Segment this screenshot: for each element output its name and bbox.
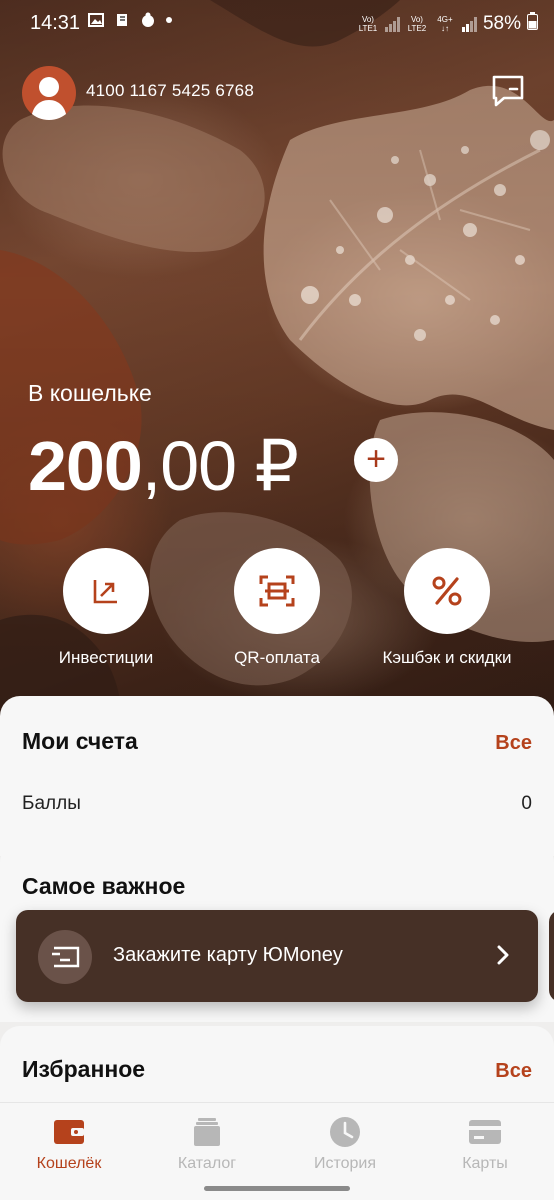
support-chat-button[interactable] <box>490 74 526 108</box>
wallet-label: В кошельке <box>28 380 152 406</box>
gallery-icon <box>88 12 104 28</box>
status-time: 14:31 <box>30 12 81 34</box>
points-value: 0 <box>521 793 532 814</box>
battery-icon <box>527 12 538 36</box>
tab-cards-label: Карты <box>462 1155 508 1172</box>
network-type: 4G+ ↓↑ <box>434 15 456 33</box>
sim2-network: Vo) LTE2 <box>406 15 428 33</box>
qr-pay-action[interactable]: QR-оплата <box>202 548 352 668</box>
tab-wallet-label: Кошелёк <box>36 1155 102 1172</box>
card-icon-circle <box>38 930 92 984</box>
next-promo-card[interactable] <box>549 910 554 1002</box>
cashback-action[interactable]: Кэшбэк и скидки <box>372 548 522 668</box>
my-accounts-title: Мои счета <box>22 728 138 754</box>
invest-action-label: Инвестиции <box>58 648 154 667</box>
tab-history[interactable]: История <box>276 1115 414 1173</box>
favorites-title: Избранное <box>22 1056 146 1082</box>
card-icon <box>469 1120 501 1144</box>
balance-integer: 200 <box>28 427 143 505</box>
balance-fraction: ,00 ₽ <box>141 427 299 505</box>
signal-icon <box>461 16 477 32</box>
home-indicator[interactable] <box>204 1186 350 1191</box>
battery-percent: 58% <box>482 13 521 34</box>
network-type-label: 4G+ <box>437 15 453 24</box>
important-title: Самое важное <box>22 873 186 899</box>
promo-text: Закажите карту ЮMoney <box>113 944 343 966</box>
dot-icon <box>166 17 172 23</box>
account-number[interactable]: 4100 1167 5425 6768 <box>86 81 254 101</box>
qr-scan-icon <box>259 575 295 607</box>
my-accounts-all-link[interactable]: Все <box>495 732 532 755</box>
qr-pay-action-label: QR-оплата <box>234 648 320 667</box>
sim2-volte: Vo) <box>410 15 423 24</box>
catalog-icon <box>194 1118 220 1146</box>
chat-icon <box>492 75 524 107</box>
order-card-promo[interactable]: Закажите карту ЮMoney <box>16 910 538 1002</box>
favorites-all-link[interactable]: Все <box>495 1060 532 1083</box>
status-bar: 14:31 Vo) LTE1 Vo) LTE2 4G+ ↓↑ 58% <box>0 0 554 46</box>
wallet-balance: 200,00 ₽ <box>28 424 299 508</box>
percent-icon <box>432 576 462 606</box>
data-arrows-icon: ↓↑ <box>440 24 449 33</box>
status-indicators: Vo) LTE1 Vo) LTE2 4G+ ↓↑ 58% <box>357 12 538 36</box>
tab-catalog-label: Каталог <box>177 1155 237 1172</box>
chart-arrow-icon <box>93 580 117 604</box>
invest-action[interactable]: Инвестиции <box>31 548 181 668</box>
user-silhouette-icon <box>31 77 67 120</box>
cashback-action-circle[interactable] <box>404 548 490 634</box>
qr-pay-action-circle[interactable] <box>234 548 320 634</box>
chevron-right-icon <box>497 945 509 965</box>
tab-cards[interactable]: Карты <box>416 1115 554 1173</box>
sim2-label: LTE2 <box>407 24 427 33</box>
sim1-network: Vo) LTE1 <box>357 15 379 33</box>
invest-action-circle[interactable] <box>63 548 149 634</box>
plus-icon: + <box>366 440 386 478</box>
tab-history-label: История <box>313 1155 377 1172</box>
tab-catalog[interactable]: Каталог <box>138 1115 276 1173</box>
signal-icon <box>384 16 400 32</box>
app-notification-icon <box>140 12 156 28</box>
notification-icons <box>88 12 172 28</box>
clock-icon <box>330 1117 360 1147</box>
sim1-volte: Vo) <box>361 15 374 24</box>
bank-card-icon <box>52 946 80 968</box>
tab-wallet[interactable]: Кошелёк <box>0 1115 138 1173</box>
avatar[interactable] <box>22 66 76 120</box>
points-label[interactable]: Баллы <box>22 793 81 815</box>
my-accounts-section: Мои счета Все Баллы 0 <box>0 696 554 856</box>
wallet-icon <box>54 1120 84 1144</box>
cashback-action-label: Кэшбэк и скидки <box>382 648 512 667</box>
top-up-button[interactable]: + <box>354 438 398 482</box>
book-icon <box>114 12 130 28</box>
sim1-label: LTE1 <box>358 24 378 33</box>
